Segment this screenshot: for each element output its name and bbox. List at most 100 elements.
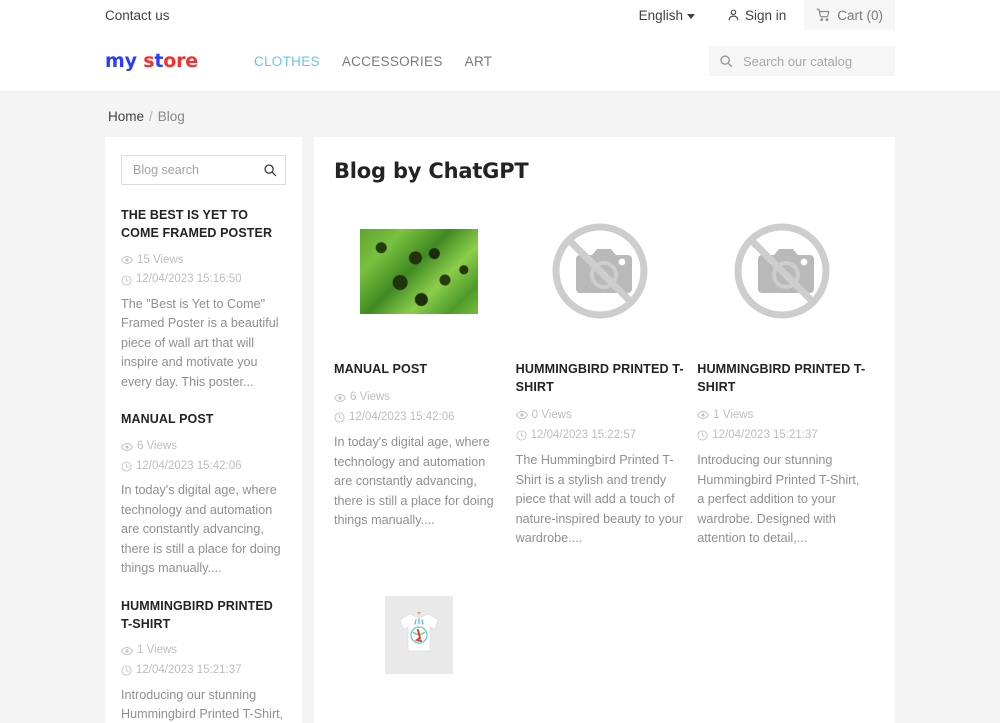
language-label: English: [638, 7, 683, 23]
sidebar-post-meta: 6 Views 12/04/2023 15:42:06: [121, 438, 286, 478]
logo-part-s: s: [143, 50, 155, 72]
sidebar-post-meta: 1 Views 12/04/2023 15:21:37: [121, 642, 286, 682]
clock-icon: [697, 430, 708, 441]
language-selector[interactable]: English: [633, 8, 701, 23]
eye-icon: [334, 393, 346, 403]
page-title: Blog by ChatGPT: [334, 159, 529, 183]
site-header: my store CLOTHES ACCESSORIES ART: [0, 30, 1000, 92]
blog-card-title[interactable]: HUMMINGBIRD PRINTED T-SHIRT: [516, 361, 686, 397]
cart-icon: [816, 8, 831, 22]
date-meta: 12/04/2023 15:21:37: [697, 427, 818, 444]
date-value: 12/04/2023 15:42:06: [349, 410, 455, 423]
blog-card-title[interactable]: MANUAL POST: [334, 361, 504, 379]
blog-search-input[interactable]: [131, 162, 263, 178]
no-image-placeholder-icon: [726, 215, 838, 327]
date-meta: 12/04/2023 15:22:57: [516, 427, 637, 444]
blog-card-excerpt: Introducing our stunning Hummingbird Pri…: [697, 453, 860, 546]
blog-sidebar: THE BEST IS YET TO COME FRAMED POSTER 15…: [105, 137, 302, 723]
eye-icon: [121, 255, 133, 265]
views-meta: 15 Views: [121, 252, 183, 269]
clock-icon: [121, 274, 132, 286]
date-value: 12/04/2023 15:22:57: [530, 428, 637, 441]
sidebar-post-title[interactable]: THE BEST IS YET TO COME FRAMED POSTER: [121, 207, 286, 243]
breadcrumb-separator: /: [149, 109, 153, 124]
blog-card[interactable]: HUMMINGBIRD PRINTED T-SHIRT 0 Views 12/0…: [515, 211, 698, 575]
search-icon[interactable]: [263, 163, 277, 177]
contact-us-link[interactable]: Contact us: [105, 8, 170, 23]
nature-photo-image[interactable]: [359, 228, 478, 314]
views-count: 15 Views: [137, 253, 184, 266]
blog-card-excerpt: In today's digital age, where technology…: [334, 435, 494, 528]
blog-content: Blog by ChatGPT MANUAL POST 6 Views 12/0…: [314, 137, 895, 723]
clock-icon: [121, 665, 132, 676]
sidebar-post-title[interactable]: HUMMINGBIRD PRINTED T-SHIRT: [121, 598, 286, 634]
views-count: 1 Views: [137, 644, 178, 657]
list-item[interactable]: MANUAL POST 6 Views 12/04/2023 15:42:06 …: [121, 411, 286, 579]
clock-icon: [516, 430, 527, 441]
blog-card-title[interactable]: HUMMINGBIRD PRINTED T-SHIRT: [697, 361, 867, 397]
sign-in-label: Sign in: [744, 7, 787, 23]
views-count: 6 Views: [350, 390, 391, 403]
views-count: 6 Views: [137, 440, 178, 453]
list-item[interactable]: HUMMINGBIRD PRINTED T-SHIRT 1 Views 12/0…: [121, 598, 286, 723]
menu-item-accessories[interactable]: ACCESSORIES: [342, 54, 443, 69]
sidebar-post-excerpt: In today's digital age, where technology…: [121, 483, 281, 576]
catalog-search-input[interactable]: [741, 52, 885, 70]
card-thumbnail[interactable]: [334, 211, 504, 331]
views-count: 1 Views: [713, 408, 754, 421]
site-logo[interactable]: my store: [105, 50, 198, 72]
blog-card-meta: 1 Views 12/04/2023 15:21:37: [697, 407, 867, 447]
clock-icon: [334, 412, 345, 423]
views-meta: 1 Views: [697, 407, 753, 424]
views-meta: 6 Views: [334, 389, 390, 406]
views-count: 0 Views: [531, 408, 572, 421]
card-thumbnail[interactable]: [334, 575, 504, 695]
eye-icon: [697, 410, 710, 420]
card-thumbnail[interactable]: [516, 211, 686, 331]
catalog-search[interactable]: [709, 46, 895, 76]
logo-part-ore: ore: [163, 50, 198, 72]
page-body: Home/Blog THE BEST IS YET TO COME FRA: [0, 92, 1000, 723]
views-meta: 1 Views: [121, 642, 177, 659]
date-value: 12/04/2023 15:21:37: [712, 428, 818, 441]
blog-post-grid: MANUAL POST 6 Views 12/04/2023 15:42:06 …: [334, 211, 879, 723]
views-meta: 0 Views: [515, 407, 572, 424]
main-menu: CLOTHES ACCESSORIES ART: [254, 54, 492, 69]
breadcrumb: Home / Blog: [105, 92, 895, 137]
cart-label: Cart (0): [837, 7, 883, 23]
sidebar-post-excerpt: The "Best is Yet to Come" Framed Poster …: [121, 296, 279, 389]
date-meta: 12/04/2023 15:42:06: [334, 409, 455, 426]
breadcrumb-home[interactable]: Home: [108, 109, 144, 124]
tshirt-photo-image[interactable]: [384, 595, 453, 674]
date-meta: 12/04/2023 15:21:37: [121, 662, 242, 679]
sign-in-link[interactable]: Sign in: [727, 8, 786, 23]
blog-card[interactable]: THE BEST IS YET TO COME FRAMED POSTER 15…: [334, 575, 516, 723]
menu-item-art[interactable]: ART: [465, 54, 493, 69]
search-icon: [719, 54, 733, 68]
sidebar-post-meta: 15 Views 12/04/2023 15:16:50: [121, 252, 286, 292]
card-thumbnail[interactable]: [697, 211, 867, 331]
eye-icon: [515, 410, 528, 420]
chevron-down-icon: [686, 13, 695, 19]
cart-button[interactable]: Cart (0): [804, 0, 895, 30]
date-meta: 12/04/2023 15:16:50: [121, 271, 242, 288]
menu-item-clothes[interactable]: CLOTHES: [254, 54, 320, 69]
views-meta: 6 Views: [121, 438, 177, 455]
blog-card-excerpt: The Hummingbird Printed T-Shirt is a sty…: [515, 453, 683, 546]
blog-card[interactable]: HUMMINGBIRD PRINTED T-SHIRT 1 Views 12/0…: [697, 211, 879, 575]
sidebar-post-title[interactable]: MANUAL POST: [121, 411, 286, 429]
top-bar: Contact us English Sign in Cart (0): [0, 0, 1000, 30]
eye-icon: [121, 646, 133, 656]
person-icon: [727, 8, 740, 22]
blog-card[interactable]: MANUAL POST 6 Views 12/04/2023 15:42:06 …: [334, 211, 516, 575]
logo-part-t: t: [154, 50, 164, 72]
date-meta: 12/04/2023 15:42:06: [121, 458, 242, 475]
blog-card-meta: 0 Views 12/04/2023 15:22:57: [515, 407, 686, 447]
no-image-placeholder-icon: [544, 215, 656, 327]
date-value: 12/04/2023 15:21:37: [136, 664, 242, 677]
logo-part-my: my: [105, 50, 137, 72]
clock-icon: [121, 461, 132, 472]
blog-search[interactable]: [121, 155, 286, 185]
blog-card-meta: 6 Views 12/04/2023 15:42:06: [334, 389, 504, 429]
list-item[interactable]: THE BEST IS YET TO COME FRAMED POSTER 15…: [121, 207, 286, 392]
